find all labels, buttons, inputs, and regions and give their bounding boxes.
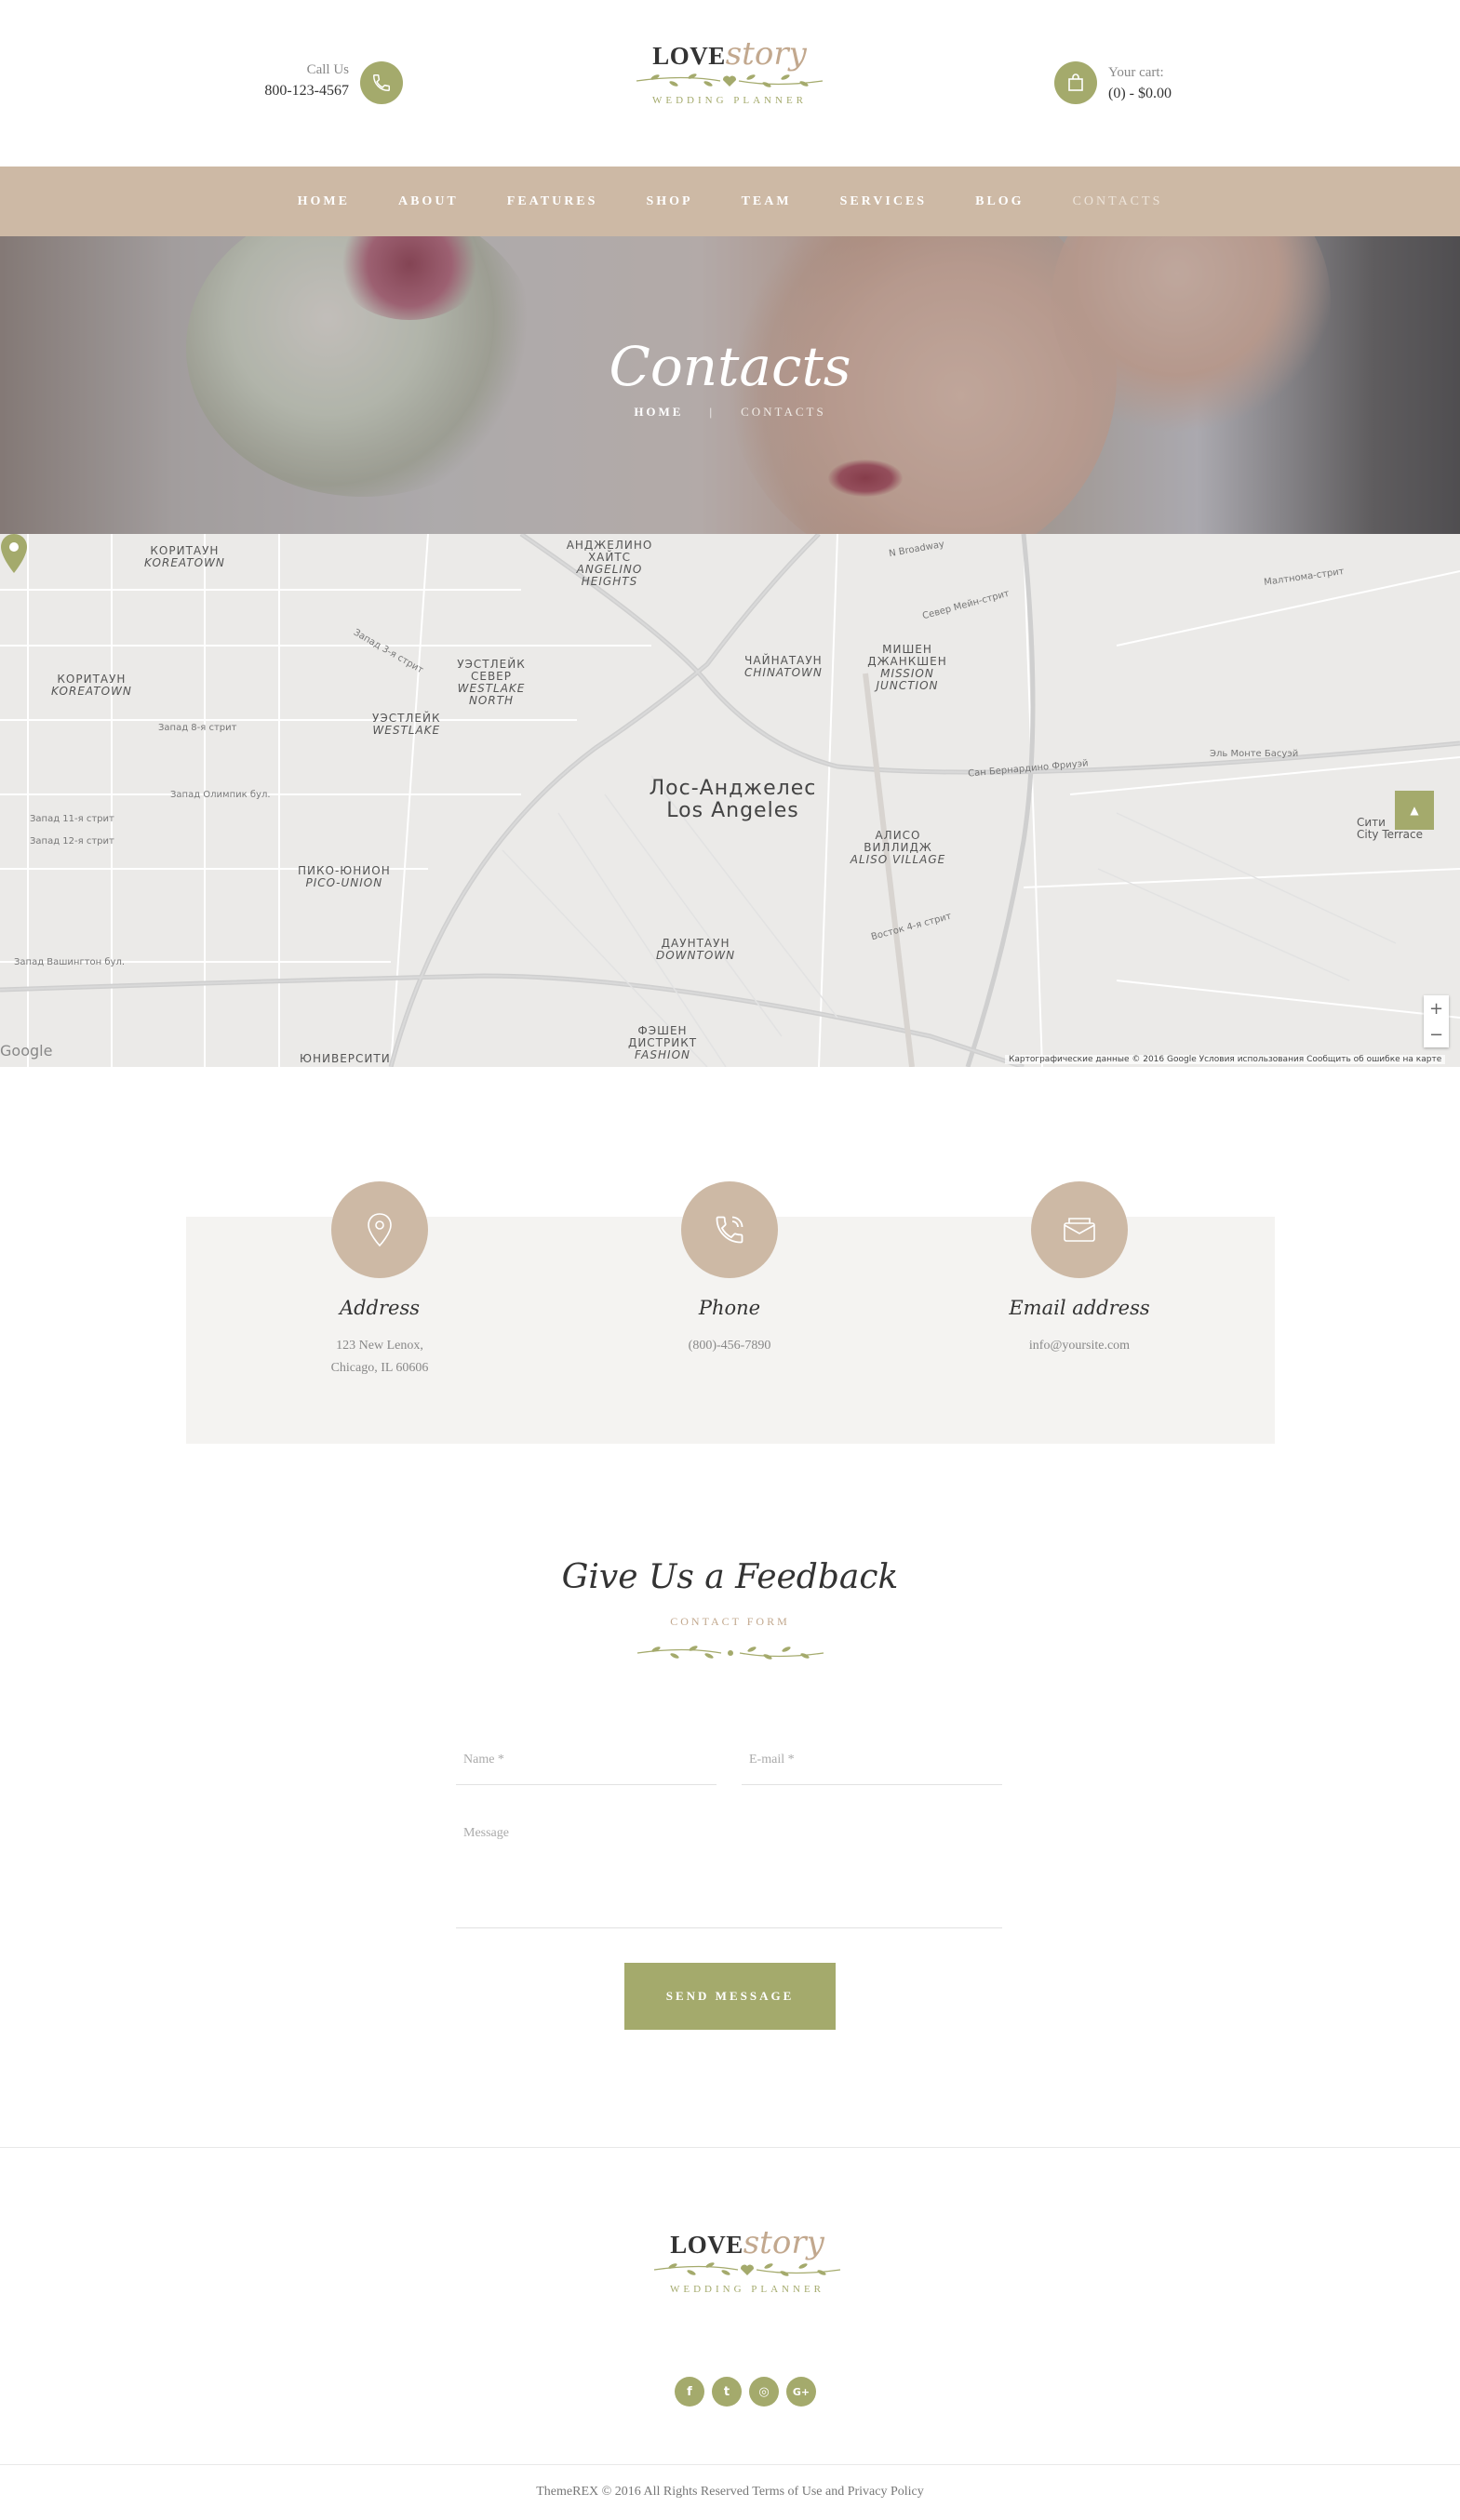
phone-icon[interactable] bbox=[360, 61, 403, 104]
scroll-to-top-button[interactable]: ▲ bbox=[1395, 791, 1434, 830]
footer-divider bbox=[0, 2147, 1460, 2148]
email-field[interactable]: E-mail * bbox=[742, 1747, 1002, 1785]
map-city-label: Лос-Анджелес Los Angeles bbox=[649, 777, 817, 822]
map-label-aliso: АЛИСО ВИЛЛИДЖ ALISO VILLAGE bbox=[850, 829, 946, 866]
address-text: 123 New Lenox, Chicago, IL 60606 bbox=[240, 1335, 519, 1380]
map-street: Запад 8-я стрит bbox=[158, 723, 237, 733]
instagram-icon[interactable]: ◎ bbox=[749, 2377, 779, 2407]
map-label-chinatown: ЧАЙНАТАУН CHINATOWN bbox=[744, 654, 823, 679]
zoom-out-button[interactable]: − bbox=[1424, 1021, 1449, 1047]
logo-story: story bbox=[725, 35, 807, 73]
page-title: Contacts bbox=[609, 335, 851, 398]
map-label-mission: МИШЕН ДЖАНКШЕН MISSION JUNCTION bbox=[867, 643, 947, 692]
google-plus-icon[interactable]: G+ bbox=[786, 2377, 816, 2407]
map-label-westlake: УЭСТЛЕЙК WESTLAKE bbox=[372, 712, 441, 737]
phone-icon bbox=[681, 1181, 778, 1278]
email-text[interactable]: info@yoursite.com bbox=[940, 1335, 1219, 1357]
map-attribution: Картографические данные © 2016 Google Ус… bbox=[1005, 1055, 1446, 1064]
main-nav: HOME ABOUT FEATURES SHOP TEAM SERVICES B… bbox=[0, 167, 1460, 236]
map-street: Запад 11-я стрит bbox=[30, 814, 114, 824]
breadcrumb-separator: | bbox=[709, 405, 716, 419]
hero-banner: Contacts HOME | CONTACTS bbox=[0, 236, 1460, 534]
address-title: Address bbox=[339, 1297, 421, 1319]
name-field[interactable]: Name * bbox=[456, 1747, 717, 1785]
email-title: Email address bbox=[1009, 1297, 1150, 1319]
nav-item-shop[interactable]: SHOP bbox=[646, 194, 692, 209]
map-street: Запад 12-я стрит bbox=[30, 836, 114, 847]
call-us-block: Call Us 800-123-4567 bbox=[263, 60, 349, 102]
cart-value: (0) - $0.00 bbox=[1108, 86, 1172, 101]
map-street: Запад Олимпик бул. bbox=[170, 790, 271, 800]
map-label-koreatown-top: КОРИТАУН KOREATOWN bbox=[144, 544, 225, 569]
map-pin-icon bbox=[331, 1181, 428, 1278]
address-line-2: Chicago, IL 60606 bbox=[330, 1361, 429, 1375]
site-header: Call Us 800-123-4567 LOVEstory WEDDING P… bbox=[0, 0, 1460, 167]
nav-item-contacts[interactable]: CONTACTS bbox=[1073, 194, 1163, 209]
map-zoom-controls: + − bbox=[1424, 995, 1449, 1047]
nav-item-blog[interactable]: BLOG bbox=[975, 194, 1024, 209]
contact-email: Email address info@yoursite.com bbox=[940, 1181, 1219, 1357]
copyright-divider bbox=[0, 2464, 1460, 2465]
feedback-subtitle: CONTACT FORM bbox=[670, 1615, 790, 1628]
cart-label: Your cart: bbox=[1108, 65, 1164, 80]
feedback-title: Give Us a Feedback bbox=[561, 1558, 899, 1596]
call-us-label: Call Us bbox=[306, 62, 349, 77]
map-label-westlake-north: УЭСТЛЕЙК СЕВЕР WESTLAKE NORTH bbox=[457, 658, 526, 707]
call-us-number[interactable]: 800-123-4567 bbox=[263, 80, 349, 102]
google-logo: Google bbox=[0, 1042, 53, 1060]
breadcrumb-current: CONTACTS bbox=[741, 405, 826, 419]
phone-text[interactable]: (800)-456-7890 bbox=[590, 1335, 869, 1357]
twitter-icon[interactable]: t bbox=[712, 2377, 742, 2407]
vine-heart-icon bbox=[636, 73, 824, 87]
breadcrumb: HOME | CONTACTS bbox=[0, 405, 1460, 420]
shopping-bag-icon[interactable] bbox=[1054, 61, 1097, 104]
logo-love: LOVE bbox=[670, 2231, 743, 2259]
map-label-pico: ПИКО-ЮНИОН PICO-UNION bbox=[298, 864, 391, 889]
breadcrumb-home[interactable]: HOME bbox=[634, 405, 683, 419]
contact-phone: Phone (800)-456-7890 bbox=[590, 1181, 869, 1357]
map-label-angelino: АНДЖЕЛИНО ХАЙТС ANGELINO HEIGHTS bbox=[566, 539, 653, 588]
send-message-button[interactable]: SEND MESSAGE bbox=[624, 1963, 836, 2030]
nav-item-home[interactable]: HOME bbox=[298, 194, 350, 209]
vine-heart-icon bbox=[636, 1646, 824, 1660]
location-map[interactable]: КОРИТАУН KOREATOWN АНДЖЕЛИНО ХАЙТС ANGELIN… bbox=[0, 534, 1460, 1067]
nav-item-about[interactable]: ABOUT bbox=[398, 194, 459, 209]
contact-address: Address 123 New Lenox, Chicago, IL 60606 bbox=[240, 1181, 519, 1380]
nav-item-services[interactable]: SERVICES bbox=[840, 194, 928, 209]
map-pin-icon[interactable] bbox=[0, 534, 28, 573]
map-label-downtown: ДАУНТАУН DOWNTOWN bbox=[656, 937, 736, 962]
logo-love: LOVE bbox=[652, 42, 726, 70]
facebook-icon[interactable]: f bbox=[675, 2377, 704, 2407]
social-links: f t ◎ G+ bbox=[675, 2377, 816, 2407]
map-street: Эль Монте Басуэй bbox=[1210, 749, 1299, 759]
site-logo[interactable]: LOVEstory WEDDING PLANNER bbox=[618, 38, 841, 106]
envelope-icon bbox=[1031, 1181, 1128, 1278]
footer-logo[interactable]: LOVEstory WEDDING PLANNER bbox=[636, 2227, 859, 2295]
address-line-1: 123 New Lenox, bbox=[336, 1339, 423, 1353]
map-label-university: ЮНИВЕРСИТИ bbox=[300, 1052, 391, 1065]
zoom-in-button[interactable]: + bbox=[1424, 995, 1449, 1021]
map-label-fashion: ФЭШЕН ДИСТРИКТ FASHION bbox=[627, 1024, 698, 1061]
vine-heart-icon bbox=[653, 2262, 841, 2276]
phone-title: Phone bbox=[698, 1297, 761, 1319]
cart-block[interactable]: Your cart: (0) - $0.00 bbox=[1108, 62, 1172, 105]
message-field[interactable]: Message bbox=[456, 1820, 1002, 1928]
copyright-text: ThemeREX © 2016 All Rights Reserved Term… bbox=[536, 2485, 924, 2499]
nav-item-team[interactable]: TEAM bbox=[742, 194, 792, 209]
nav-item-features[interactable]: FEATURES bbox=[507, 194, 598, 209]
logo-subtitle: WEDDING PLANNER bbox=[669, 2284, 824, 2295]
map-label-koreatown: КОРИТАУН KOREATOWN bbox=[51, 673, 132, 698]
logo-story: story bbox=[743, 2224, 824, 2261]
logo-subtitle: WEDDING PLANNER bbox=[651, 95, 807, 106]
map-street: Запад Вашингтон бул. bbox=[14, 957, 126, 967]
